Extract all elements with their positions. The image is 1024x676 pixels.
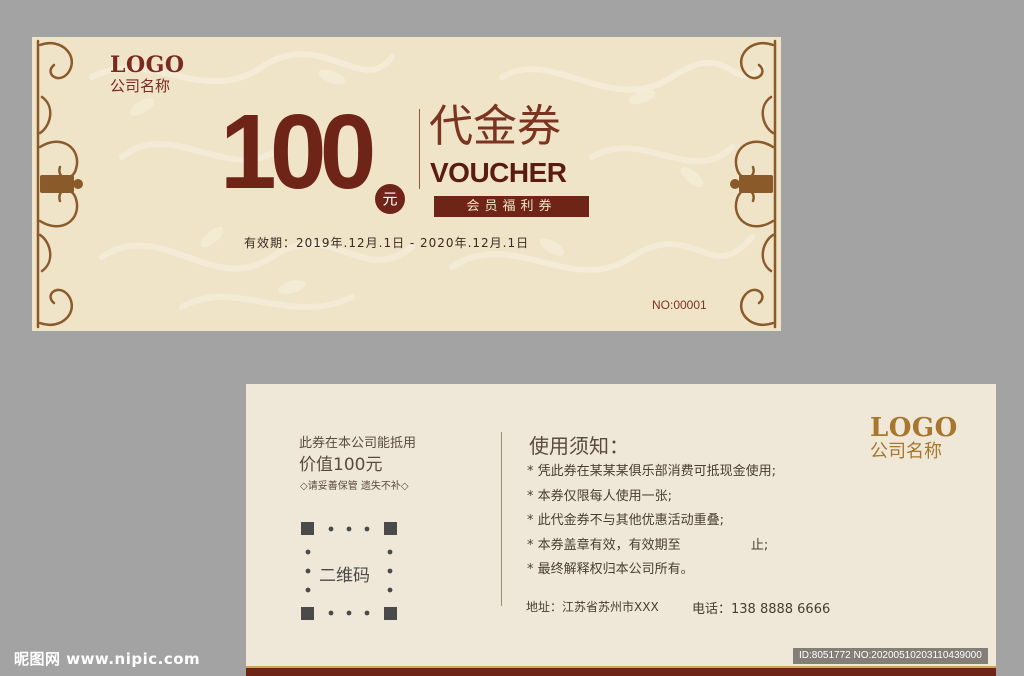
rule-item: * 本券盖章有效，有效期至 止; bbox=[527, 537, 769, 553]
company-phone: 电话：138 8888 6666 bbox=[692, 602, 831, 617]
logo-text: LOGO bbox=[110, 52, 185, 78]
company-name: 公司名称 bbox=[110, 77, 171, 95]
back-logo: LOGO 公司名称 bbox=[870, 414, 958, 462]
usage-notice-title: 使用须知： bbox=[529, 434, 629, 458]
rule-item: * 凭此券在某某某俱乐部消费可抵现金使用; bbox=[527, 464, 777, 479]
logo-text: LOGO bbox=[870, 413, 958, 443]
rule-item: * 最终解释权归本公司所有。 bbox=[527, 562, 694, 577]
back-divider bbox=[501, 432, 502, 606]
image-id-watermark: ID:8051772 NO:20200510203110439000 bbox=[793, 648, 988, 664]
currency-badge: 元 bbox=[375, 184, 405, 214]
rule-item: * 此代金券不与其他优惠活动重叠; bbox=[527, 513, 725, 528]
voucher-back: 此券在本公司能抵用 价值100元 ◇请妥善保管 遗失不补◇ 二维码 使用须知： … bbox=[246, 384, 996, 676]
qr-code-label: 二维码 bbox=[319, 566, 370, 586]
left-ornament-border bbox=[36, 39, 83, 329]
voucher-title-en: VOUCHER bbox=[430, 157, 567, 188]
company-name: 公司名称 bbox=[870, 441, 942, 462]
rule-item: * 本券仅限每人使用一张; bbox=[527, 488, 673, 504]
right-ornament-border bbox=[730, 39, 777, 329]
voucher-amount: 100 bbox=[220, 93, 376, 211]
voucher-title-cn: 代金券 bbox=[429, 101, 561, 152]
company-address: 地址：江苏省苏州市XXX bbox=[526, 600, 659, 614]
member-benefit-badge: 会员福利券 bbox=[434, 196, 589, 217]
site-watermark: 昵图网 www.nipic.com bbox=[14, 650, 201, 668]
usage-rules-list: * 凭此券在某某某俱乐部消费可抵现金使用; * 本券仅限每人使用一张; * 此代… bbox=[527, 460, 776, 583]
storage-notice: ◇请妥善保管 遗失不补◇ bbox=[300, 481, 409, 492]
title-divider bbox=[419, 109, 420, 189]
voucher-front: LOGO 公司名称 100 元 代金券 VOUCHER 会员福利券 有效期：20… bbox=[32, 37, 781, 331]
serial-number: NO:00001 bbox=[652, 298, 707, 312]
validity-period: 有效期：2019年.12月.1日 - 2020年.12月.1日 bbox=[244, 236, 530, 250]
front-logo: LOGO 公司名称 bbox=[110, 53, 185, 95]
value-description: 价值100元 bbox=[299, 455, 383, 475]
bottom-accent-bar bbox=[246, 666, 996, 676]
usage-description: 此券在本公司能抵用 bbox=[299, 436, 417, 451]
